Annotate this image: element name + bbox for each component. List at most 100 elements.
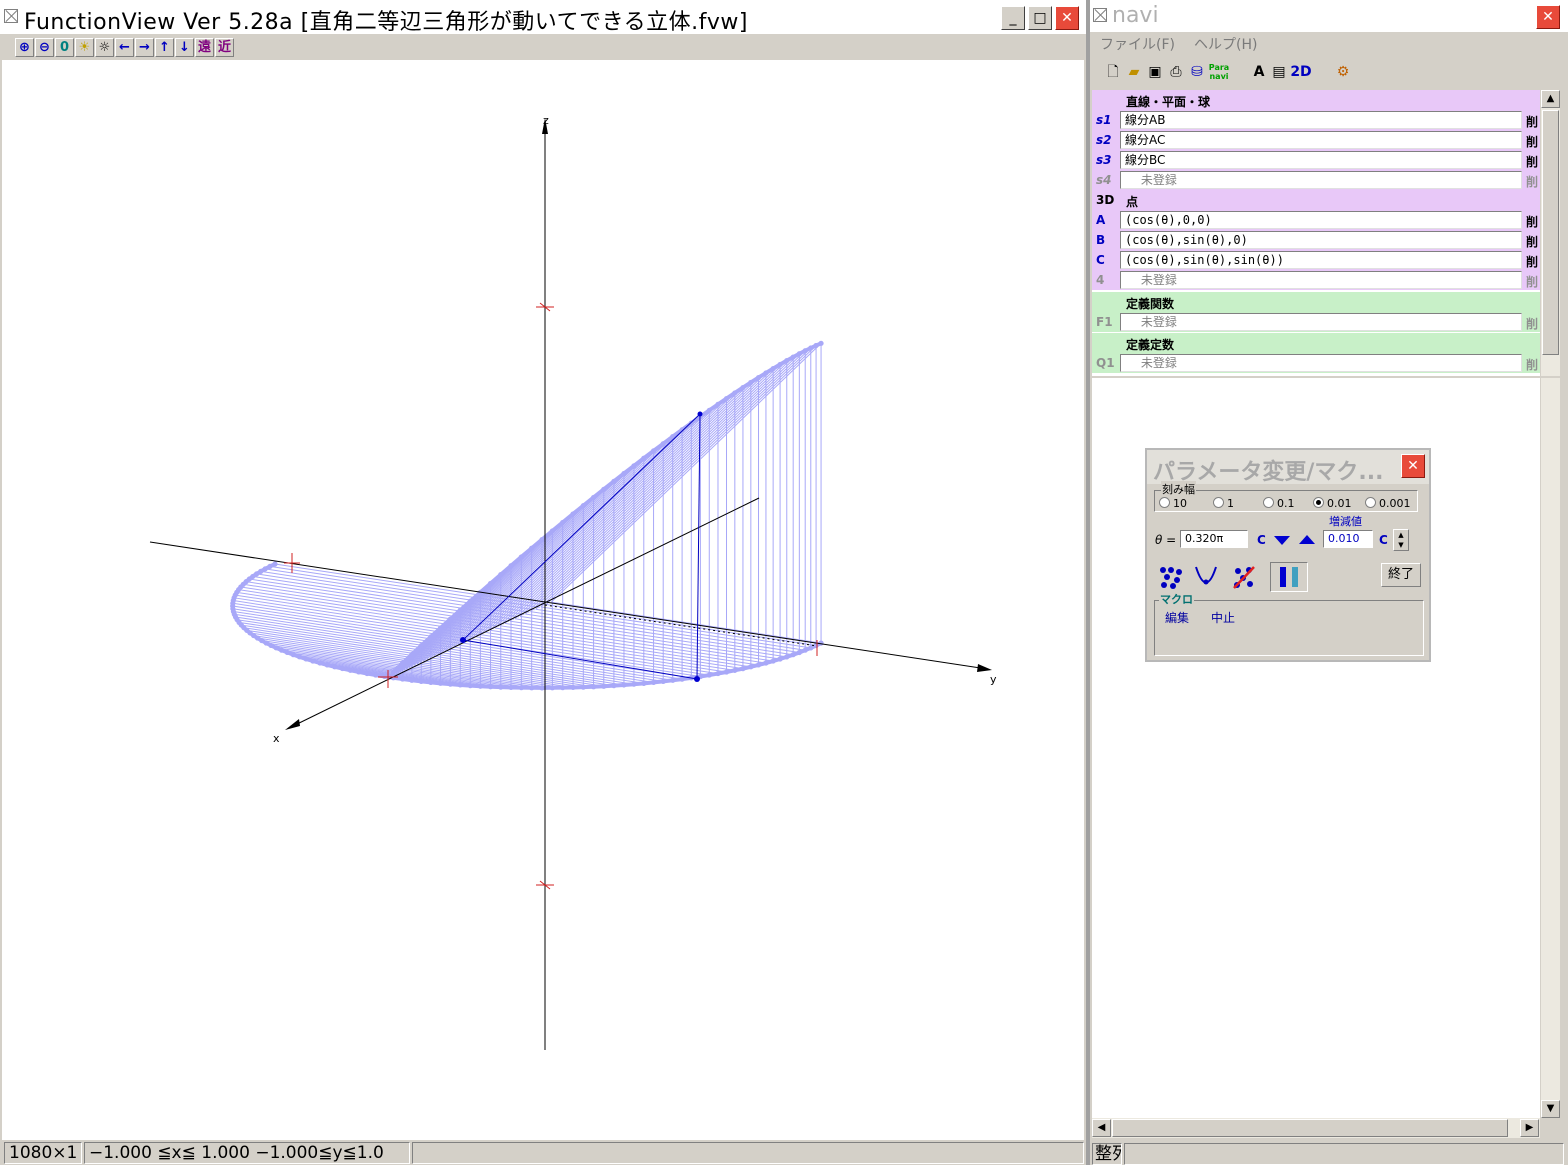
far-button[interactable]: 遠 (195, 38, 214, 57)
point-a (460, 637, 466, 643)
delete-button[interactable]: 削 (1526, 253, 1538, 270)
delete-button[interactable]: 削 (1526, 133, 1538, 150)
row-field[interactable]: 線分BC (1120, 151, 1522, 169)
surface-edge-dot (688, 420, 694, 426)
document-icon[interactable]: ▤ (1270, 63, 1288, 81)
step-radio-10[interactable]: 10 (1159, 497, 1187, 510)
navi-titlebar[interactable]: navi ✕ (1090, 0, 1568, 32)
clear-trace-icon[interactable] (1231, 564, 1257, 590)
navi-scroll-down[interactable]: ▼ (1541, 1100, 1560, 1118)
zoom-out-icon[interactable]: ⊖ (35, 38, 54, 57)
export-icon[interactable]: ⛁ (1188, 63, 1206, 81)
macro-edit-button[interactable]: 編集 (1165, 609, 1189, 626)
macro-stop-button[interactable]: 中止 (1211, 609, 1235, 626)
delete-button[interactable]: 削 (1526, 356, 1538, 373)
navi-scroll-left[interactable]: ◀ (1092, 1119, 1111, 1137)
arrow-up-icon[interactable]: ↑ (155, 38, 174, 57)
radio-label: 1 (1227, 497, 1234, 510)
row-field[interactable]: (cos(θ),sin(θ),sin(θ)) (1120, 251, 1522, 269)
menu-file[interactable]: ファイル(F) (1100, 34, 1175, 54)
increase-icon[interactable] (1299, 535, 1315, 544)
curve-mode-icon[interactable] (1193, 564, 1219, 590)
list-item[interactable]: C (cos(θ),sin(θ),sin(θ)) 削 (1092, 250, 1540, 270)
row-field[interactable]: 未登録 (1120, 271, 1522, 289)
increment-clear-button[interactable]: C (1379, 533, 1388, 547)
delete-button[interactable]: 削 (1526, 233, 1538, 250)
zoom-in-icon[interactable]: ⊕ (15, 38, 34, 57)
step-radio-1[interactable]: 1 (1213, 497, 1234, 510)
list-scrollbar[interactable]: ▲ (1541, 90, 1560, 376)
increment-value-field[interactable]: 0.010 (1323, 530, 1373, 548)
list-item[interactable]: A (cos(θ),0,0) 削 (1092, 210, 1540, 230)
maximize-button[interactable]: □ (1028, 6, 1052, 30)
curve-mode-svg (1195, 566, 1217, 585)
reset-zero-button[interactable]: 0 (55, 38, 74, 57)
list-item[interactable]: s4 未登録 削 (1092, 170, 1540, 190)
theta-value-field[interactable]: 0.320π (1180, 530, 1248, 548)
menu-help[interactable]: ヘルプ(H) (1194, 34, 1257, 54)
print-icon[interactable]: ⎙ (1167, 63, 1185, 81)
delete-button[interactable]: 削 (1526, 153, 1538, 170)
open-folder-icon[interactable]: ▰ (1125, 63, 1143, 81)
row-field[interactable]: 線分AB (1120, 111, 1522, 129)
delete-button[interactable]: 削 (1526, 273, 1538, 290)
delete-button[interactable]: 削 (1526, 213, 1538, 230)
list-item[interactable]: s1 線分AB 削 (1092, 110, 1540, 130)
delete-button[interactable]: 削 (1526, 173, 1538, 190)
arrow-down-icon[interactable]: ↓ (175, 38, 194, 57)
surface-edge-dot (796, 351, 802, 357)
main-titlebar[interactable]: FunctionView Ver 5.28a [直角二等辺三角形が動いてできる立… (0, 0, 1086, 35)
points-mode-icon[interactable] (1157, 564, 1183, 590)
settings-icon[interactable]: ⚙ (1334, 63, 1352, 81)
navi-vscroll[interactable]: ▼ (1541, 378, 1560, 1118)
radio-label: 0.001 (1379, 497, 1411, 510)
decrease-icon[interactable] (1274, 536, 1290, 545)
delete-button[interactable]: 削 (1526, 113, 1538, 130)
text-a-icon[interactable]: A (1250, 63, 1268, 81)
close-button[interactable]: ✕ (1055, 6, 1079, 30)
arrow-right-icon[interactable]: → (135, 38, 154, 57)
save-icon[interactable]: ▣ (1146, 63, 1164, 81)
surface-hypotenuse-line (484, 392, 736, 633)
list-item[interactable]: B (cos(θ),sin(θ),0) 削 (1092, 230, 1540, 250)
mode-2d-button[interactable]: 2D (1289, 63, 1313, 81)
list-item[interactable]: s3 線分BC 削 (1092, 150, 1540, 170)
list-scroll-thumb[interactable] (1542, 110, 1559, 355)
light-off-icon[interactable]: ☼ (95, 38, 114, 57)
step-radio-0-01[interactable]: 0.01 (1313, 497, 1352, 510)
theta-clear-button[interactable]: C (1257, 533, 1266, 547)
row-field[interactable]: 未登録 (1120, 354, 1522, 372)
navi-scroll-right[interactable]: ▶ (1520, 1119, 1539, 1137)
row-field[interactable]: 未登録 (1120, 313, 1522, 331)
navi-close-button[interactable]: ✕ (1536, 5, 1560, 29)
navi-hscroll[interactable]: ◀ ▶ (1092, 1118, 1540, 1138)
new-file-icon[interactable]: 🗋 (1104, 63, 1122, 81)
surface-grid-line (546, 604, 817, 646)
row-field[interactable]: 未登録 (1120, 171, 1522, 189)
graph-canvas[interactable]: z y x (2, 60, 1084, 1140)
list-item[interactable]: Q1 未登録 削 (1092, 353, 1540, 373)
main-title: FunctionView Ver 5.28a [直角二等辺三角形が動いてできる立… (24, 10, 748, 35)
row-field[interactable]: (cos(θ),0,0) (1120, 211, 1522, 229)
list-item[interactable]: F1 未登録 削 (1092, 312, 1540, 332)
delete-button[interactable]: 削 (1526, 315, 1538, 332)
list-scroll-up[interactable]: ▲ (1541, 90, 1560, 108)
step-radio-0-001[interactable]: 0.001 (1365, 497, 1411, 510)
dialog-close-button[interactable]: ✕ (1401, 454, 1425, 478)
parameter-dialog-titlebar[interactable]: パラメータ変更/マク... ✕ (1147, 450, 1429, 485)
navi-hscroll-thumb[interactable] (1112, 1119, 1508, 1137)
para-navi-icon[interactable]: Para navi (1208, 63, 1230, 81)
near-button[interactable]: 近 (215, 38, 234, 57)
list-item[interactable]: s2 線分AC 削 (1092, 130, 1540, 150)
row-field[interactable]: (cos(θ),sin(θ),0) (1120, 231, 1522, 249)
surface-edge-dot (784, 358, 790, 364)
row-field[interactable]: 線分AC (1120, 131, 1522, 149)
end-button[interactable]: 終了 (1381, 563, 1421, 587)
pause-toggle-button[interactable] (1270, 562, 1308, 592)
arrow-left-icon[interactable]: ← (115, 38, 134, 57)
list-item[interactable]: 4 未登録 削 (1092, 270, 1540, 290)
increment-spinner[interactable]: ▲ ▼ (1393, 529, 1409, 551)
step-radio-0-1[interactable]: 0.1 (1263, 497, 1295, 510)
minimize-button[interactable]: _ (1001, 6, 1025, 30)
light-icon[interactable]: ☀ (75, 38, 94, 57)
